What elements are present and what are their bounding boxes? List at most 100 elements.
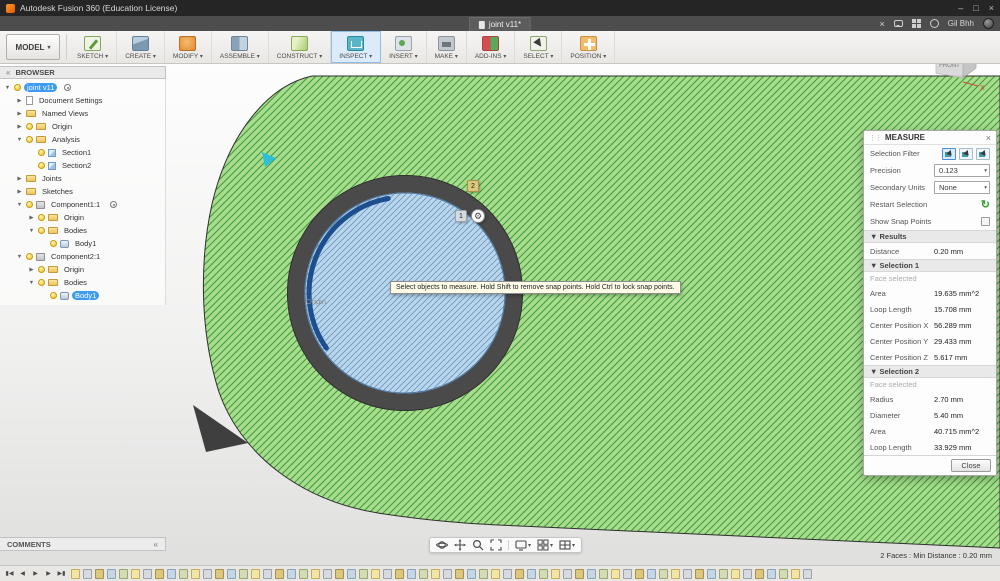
timeline-feature-icon[interactable]: [263, 568, 272, 579]
browser-item-9-component1-1[interactable]: ▼ Component1:1: [0, 198, 165, 211]
toolbar-group-addins[interactable]: ADD-INS ▾: [467, 31, 516, 63]
browser-item-4-analysis[interactable]: ▼ Analysis: [0, 133, 165, 146]
timeline-feature-icon[interactable]: [683, 568, 692, 579]
bulb-icon[interactable]: [38, 266, 45, 273]
timeline-feature-icon[interactable]: [467, 568, 476, 579]
timeline-feature-icon[interactable]: [431, 568, 440, 579]
comments-bar[interactable]: COMMENTS «: [0, 537, 166, 551]
timeline-feature-icon[interactable]: [251, 568, 260, 579]
timeline-feature-icon[interactable]: [767, 568, 776, 579]
grid-and-snaps-icon[interactable]: ▾: [535, 538, 555, 552]
modify-icon[interactable]: [179, 35, 197, 51]
timeline-feature-icon[interactable]: [527, 568, 536, 579]
toolbar-group-inspect[interactable]: INSPECT ▾: [331, 31, 382, 63]
timeline-feature-icon[interactable]: [83, 568, 92, 579]
toolbar-group-construct[interactable]: CONSTRUCT ▾: [269, 31, 332, 63]
timeline-feature-icon[interactable]: [731, 568, 740, 579]
workspace-selector[interactable]: MODEL ▾: [6, 34, 60, 60]
timeline-feature-icon[interactable]: [455, 568, 464, 579]
toolbar-group-insert[interactable]: INSERT ▾: [381, 31, 427, 63]
timeline-feature-icon[interactable]: [707, 568, 716, 579]
browser-item-11-bodies[interactable]: ▼ Bodies: [0, 224, 165, 237]
timeline-feature-icon[interactable]: [131, 568, 140, 579]
timeline-feature-icon[interactable]: [635, 568, 644, 579]
bulb-icon[interactable]: [38, 149, 45, 156]
timeline-feature-icon[interactable]: [347, 568, 356, 579]
timeline-feature-icon[interactable]: [299, 568, 308, 579]
timeline-feature-icon[interactable]: [503, 568, 512, 579]
timeline-feature-icon[interactable]: [647, 568, 656, 579]
expand-arrow-icon[interactable]: ▶: [28, 267, 35, 273]
expand-arrow-icon[interactable]: ▶: [28, 215, 35, 221]
timeline-feature-icon[interactable]: [179, 568, 188, 579]
browser-item-13-component2-1[interactable]: ▼ Component2:1: [0, 250, 165, 263]
timeline-feature-icon[interactable]: [395, 568, 404, 579]
toolbar-group-select[interactable]: SELECT ▾: [515, 31, 563, 63]
toolbar-group-assemble[interactable]: ASSEMBLE ▾: [212, 31, 269, 63]
fit-icon[interactable]: [488, 538, 504, 552]
marker-gear-icon[interactable]: ⚙: [471, 209, 485, 223]
expand-comments-icon[interactable]: «: [154, 540, 158, 549]
timeline-feature-icon[interactable]: [239, 568, 248, 579]
expand-arrow-icon[interactable]: ▼: [16, 202, 23, 208]
browser-item-1-document-settings[interactable]: ▶ Document Settings: [0, 94, 165, 107]
timeline-feature-icon[interactable]: [779, 568, 788, 579]
toolbar-group-modify[interactable]: MODIFY ▾: [165, 31, 212, 63]
notifications-icon[interactable]: [929, 19, 939, 28]
user-name[interactable]: Gil Bhh: [948, 19, 974, 28]
filter-select-faces-icon[interactable]: [942, 147, 956, 160]
timeline-feature-icon[interactable]: [743, 568, 752, 579]
timeline-feature-icon[interactable]: [515, 568, 524, 579]
browser-item-2-named-views[interactable]: ▶ Named Views: [0, 107, 165, 120]
toolbar-group-sketch[interactable]: SKETCH ▾: [69, 31, 118, 63]
apps-grid-icon[interactable]: [911, 19, 921, 28]
timeline-feature-icon[interactable]: [563, 568, 572, 579]
measure-section-header[interactable]: ▼ Selection 2: [864, 365, 996, 378]
browser-item-3-origin[interactable]: ▶ Origin: [0, 120, 165, 133]
timeline-feature-icon[interactable]: [695, 568, 704, 579]
bulb-icon[interactable]: [50, 292, 57, 299]
toolbar-group-position[interactable]: POSITION ▾: [562, 31, 616, 63]
bulb-icon[interactable]: [26, 253, 33, 260]
expand-arrow-icon[interactable]: ▶: [16, 124, 23, 130]
create-icon[interactable]: [132, 35, 150, 51]
timeline-feature-icon[interactable]: [611, 568, 620, 579]
construct-icon[interactable]: [291, 35, 309, 51]
timeline-feature-icon[interactable]: [143, 568, 152, 579]
timeline-feature-icon[interactable]: [551, 568, 560, 579]
timeline-feature-icon[interactable]: [659, 568, 668, 579]
filter-select-bodies-icon[interactable]: [959, 147, 973, 160]
timeline-feature-icon[interactable]: [671, 568, 680, 579]
bulb-icon[interactable]: [26, 201, 33, 208]
browser-item-16-body1[interactable]: Body1: [0, 289, 165, 302]
browser-item-0-joint-v11[interactable]: ▼ joint v11: [0, 81, 165, 94]
close-button[interactable]: Close: [951, 459, 991, 472]
display-settings-icon[interactable]: ▾: [513, 538, 533, 552]
activate-radio-icon[interactable]: [64, 84, 72, 91]
insert-icon[interactable]: [394, 35, 412, 51]
measure-dialog-header[interactable]: ⋮⋮ MEASURE ×: [864, 131, 996, 145]
comment-icon[interactable]: [893, 20, 903, 27]
timeline-feature-icon[interactable]: [287, 568, 296, 579]
timeline-feature-icon[interactable]: [623, 568, 632, 579]
timeline-feature-icon[interactable]: [419, 568, 428, 579]
expand-arrow-icon[interactable]: ▼: [4, 85, 11, 91]
timeline-feature-icon[interactable]: [359, 568, 368, 579]
bulb-icon[interactable]: [26, 136, 33, 143]
browser-item-15-bodies[interactable]: ▼ Bodies: [0, 276, 165, 289]
timeline-feature-icon[interactable]: [227, 568, 236, 579]
measure-section-header[interactable]: ▼ Results: [864, 230, 996, 243]
step-forward-icon[interactable]: ▶: [43, 568, 54, 579]
browser-item-14-origin[interactable]: ▶ Origin: [0, 263, 165, 276]
expand-arrow-icon[interactable]: ▼: [28, 280, 35, 286]
step-back-icon[interactable]: ◀: [17, 568, 28, 579]
bulb-icon[interactable]: [50, 240, 57, 247]
orbit-icon[interactable]: [434, 538, 450, 552]
precision-select[interactable]: 0.123 ▾: [934, 164, 990, 177]
toolbar-group-make[interactable]: MAKE ▾: [427, 31, 467, 63]
viewports-icon[interactable]: ▾: [557, 538, 577, 552]
browser-item-5-section1[interactable]: Section1: [0, 146, 165, 159]
timeline-feature-icon[interactable]: [791, 568, 800, 579]
timeline-feature-icon[interactable]: [371, 568, 380, 579]
minimize-icon[interactable]: –: [958, 3, 963, 13]
